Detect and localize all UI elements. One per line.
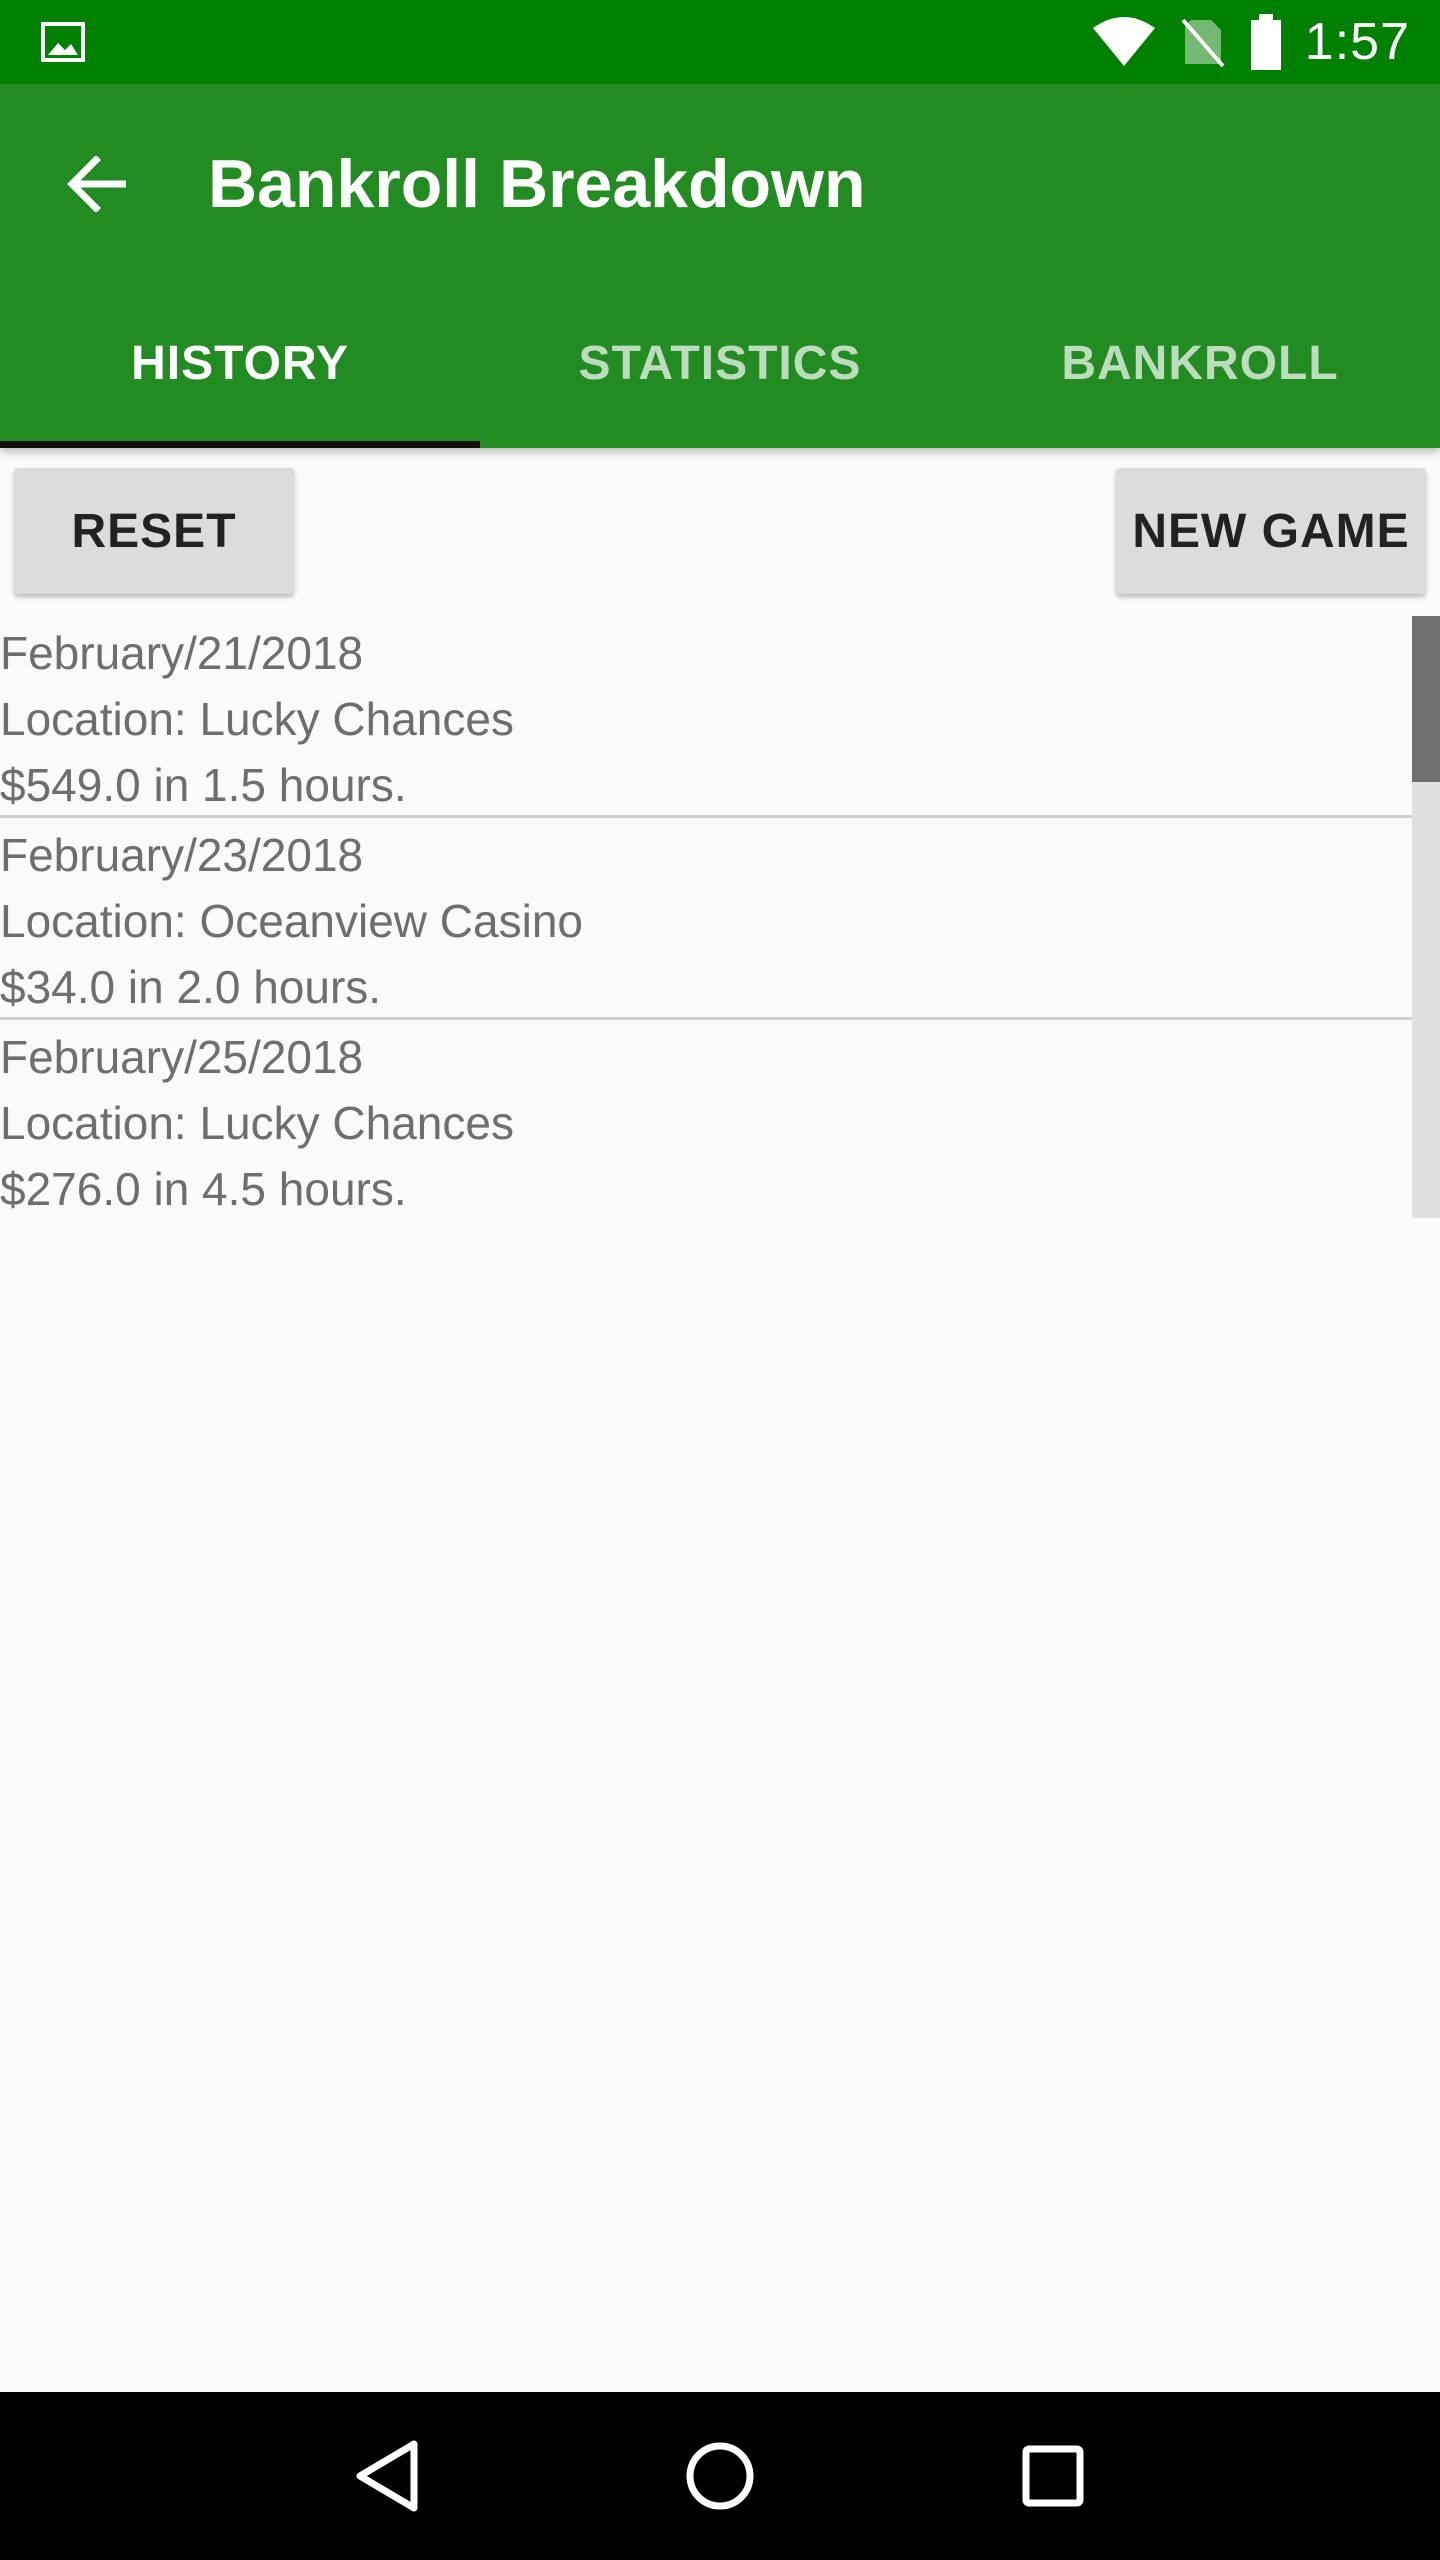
back-triangle-icon [356,2440,418,2512]
new-game-button[interactable]: NEW GAME [1116,468,1426,594]
image-icon [40,21,86,63]
status-bar: 1:57 [0,0,1440,84]
item-result: $549.0 in 1.5 hours. [0,759,407,811]
scrollbar-track[interactable] [1412,616,1440,1218]
item-date: February/23/2018 [0,829,364,881]
app-bar: Bankroll Breakdown HISTORY STATISTICS BA… [0,84,1440,448]
back-button[interactable] [48,134,148,234]
wifi-icon [1091,16,1157,68]
history-list[interactable]: February/21/2018 Location: Lucky Chances… [0,616,1440,1216]
item-location: Location: Lucky Chances [0,1097,514,1149]
recents-square-icon [1022,2445,1084,2507]
battery-icon [1249,14,1283,70]
list-item[interactable]: February/25/2018 Location: Lucky Chances… [0,1020,1440,1222]
home-circle-icon [686,2442,754,2510]
toolbar: Bankroll Breakdown [0,84,1440,284]
tab-indicator [0,441,480,448]
no-sim-icon [1179,16,1227,68]
tab-label: HISTORY [131,336,349,390]
tab-history[interactable]: HISTORY [0,284,480,448]
page-title: Bankroll Breakdown [208,146,866,222]
item-result: $34.0 in 2.0 hours. [0,961,382,1013]
item-location: Location: Oceanview Casino [0,895,583,947]
nav-home-button[interactable] [660,2416,780,2536]
item-date: February/25/2018 [0,1031,364,1083]
nav-back-button[interactable] [327,2416,447,2536]
system-nav-bar [0,2392,1440,2560]
tab-bankroll[interactable]: BANKROLL [960,284,1440,448]
item-date: February/21/2018 [0,627,364,679]
reset-button[interactable]: RESET [14,468,294,594]
list-item[interactable]: February/23/2018 Location: Oceanview Cas… [0,818,1440,1020]
list-item[interactable]: February/21/2018 Location: Lucky Chances… [0,616,1440,818]
status-time: 1:57 [1304,13,1410,71]
scrollbar-thumb[interactable] [1412,616,1440,782]
tab-bar: HISTORY STATISTICS BANKROLL [0,284,1440,448]
tab-label: BANKROLL [1061,336,1339,390]
item-result: $276.0 in 4.5 hours. [0,1163,407,1215]
item-location: Location: Lucky Chances [0,693,514,745]
tab-statistics[interactable]: STATISTICS [480,284,960,448]
arrow-left-icon [67,156,126,212]
nav-recents-button[interactable] [993,2416,1113,2536]
tab-label: STATISTICS [578,336,862,390]
